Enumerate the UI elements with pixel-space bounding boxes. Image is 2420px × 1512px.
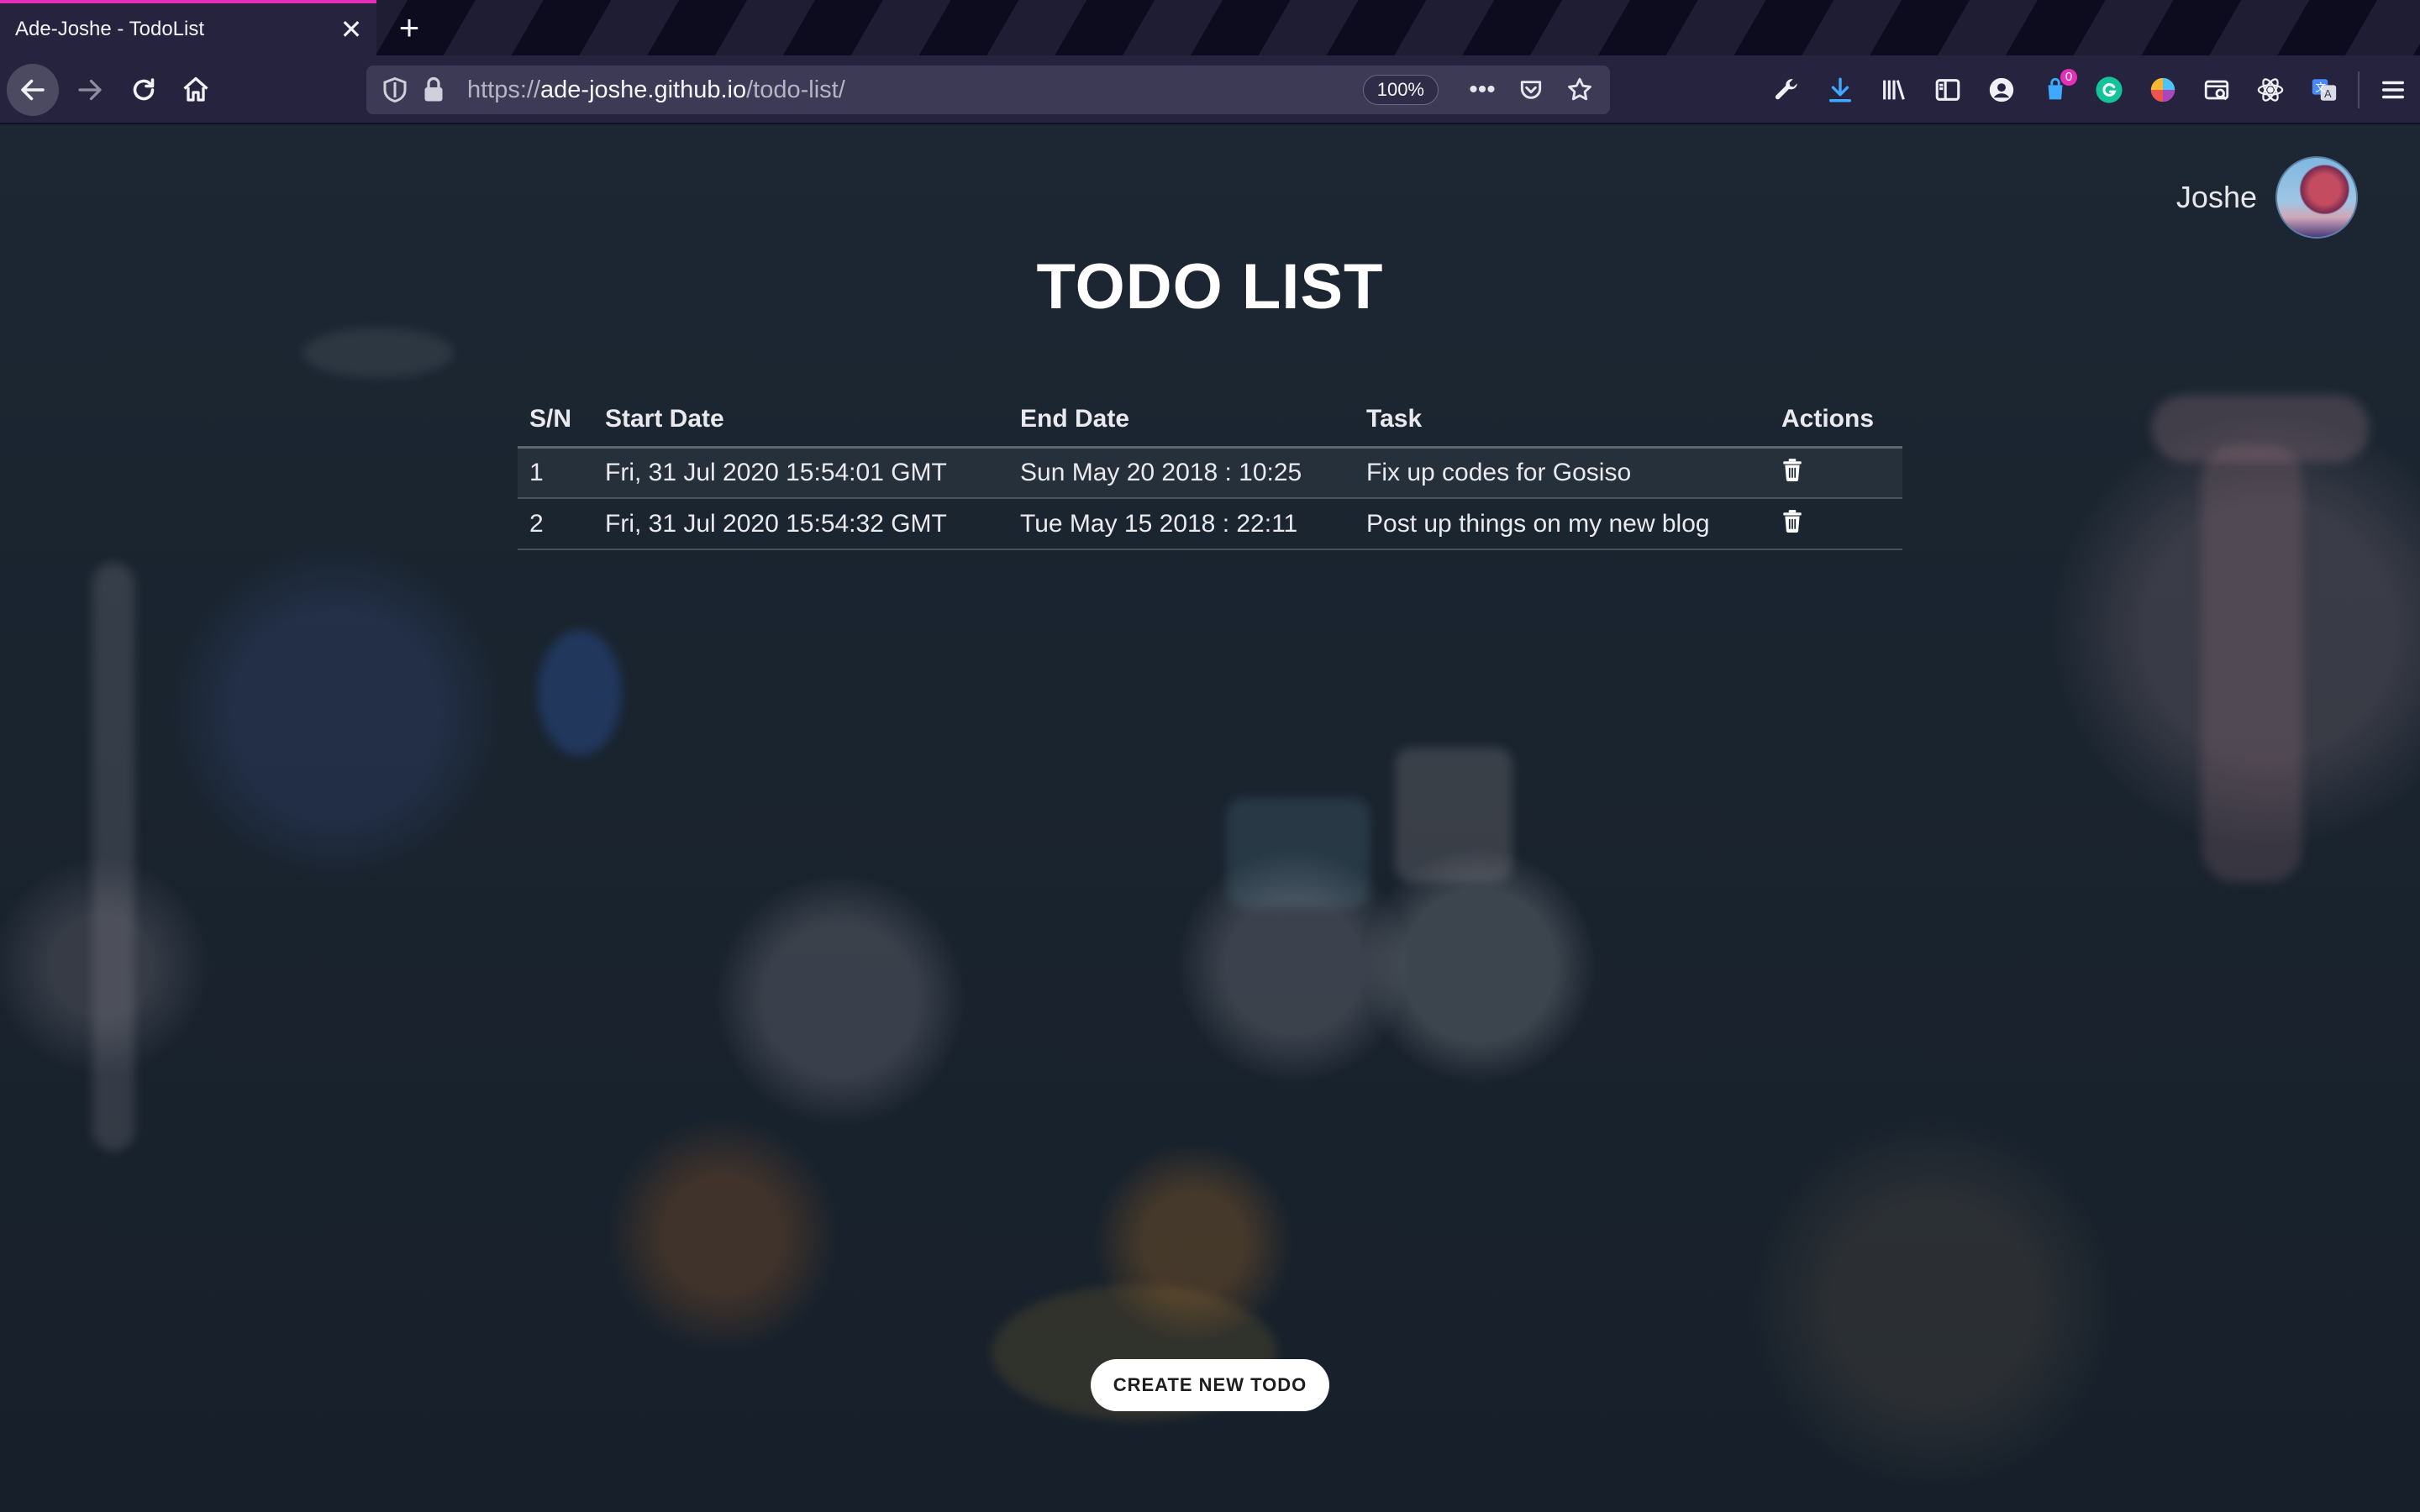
- column-header-sn: S/N: [518, 393, 593, 449]
- lock-icon[interactable]: [418, 75, 449, 105]
- avatar[interactable]: [2275, 156, 2358, 239]
- delete-trash-icon[interactable]: [1781, 509, 1803, 533]
- grammarly-icon[interactable]: [2082, 64, 2136, 116]
- url-text[interactable]: https://ade-joshe.github.io/todo-list/: [467, 76, 1363, 104]
- arrow-left-icon: [21, 79, 45, 101]
- extensions-toolbar: 0 文A: [1760, 64, 2420, 116]
- column-header-task: Task: [1355, 393, 1770, 449]
- tab-close-icon[interactable]: ✕: [326, 13, 376, 45]
- menu-icon[interactable]: [2366, 64, 2420, 116]
- cell-sn: 1: [518, 447, 593, 499]
- tab-strip: Ade-Joshe - TodoList ✕ +: [0, 0, 2420, 55]
- table-row: 2 Fri, 31 Jul 2020 15:54:32 GMT Tue May …: [518, 498, 1902, 550]
- table-row: 1 Fri, 31 Jul 2020 15:54:01 GMT Sun May …: [518, 447, 1902, 499]
- delete-trash-icon[interactable]: [1781, 458, 1803, 481]
- page-content: Joshe TODO LIST S/N Start Date End Date …: [0, 126, 2420, 1512]
- background-light: [1395, 748, 1512, 882]
- user-name: Joshe: [2175, 180, 2257, 214]
- tracking-shield-icon[interactable]: [380, 75, 410, 105]
- url-host: ade-joshe.github.io: [540, 76, 747, 103]
- url-bar[interactable]: https://ade-joshe.github.io/todo-list/ 1…: [366, 66, 1610, 114]
- download-icon[interactable]: [1813, 64, 1867, 116]
- background-light: [302, 328, 454, 378]
- cell-sn: 2: [518, 498, 593, 550]
- zoom-level-button[interactable]: 100%: [1362, 75, 1439, 105]
- cell-task: Fix up codes for Gosiso: [1355, 447, 1770, 499]
- account-icon[interactable]: [1975, 64, 2028, 116]
- reload-icon: [133, 78, 155, 101]
- navigation-toolbar: https://ade-joshe.github.io/todo-list/ 1…: [0, 55, 2420, 124]
- home-icon: [183, 76, 208, 102]
- back-button[interactable]: [7, 64, 59, 116]
- bookmark-star-icon[interactable]: [1561, 71, 1598, 108]
- translate-icon[interactable]: 文A: [2297, 64, 2351, 116]
- url-scheme: https://: [467, 76, 541, 103]
- forward-button[interactable]: [64, 64, 116, 116]
- tab-title: Ade-Joshe - TodoList: [15, 18, 205, 40]
- cell-start-date: Fri, 31 Jul 2020 15:54:01 GMT: [593, 447, 1008, 499]
- page-title: TODO LIST: [1036, 251, 1384, 323]
- todo-table: S/N Start Date End Date Task Actions 1 F…: [518, 393, 1902, 550]
- url-path: /todo-list/: [746, 76, 845, 103]
- arrow-right-icon: [78, 79, 102, 101]
- table-header-row: S/N Start Date End Date Task Actions: [518, 393, 1902, 449]
- page-actions-icon[interactable]: •••: [1464, 71, 1501, 108]
- notification-badge: 0: [2060, 69, 2077, 86]
- reload-button[interactable]: [118, 64, 170, 116]
- color-picker-icon[interactable]: [2136, 64, 2190, 116]
- column-header-actions: Actions: [1770, 393, 1902, 449]
- cell-end-date: Sun May 20 2018 : 10:25: [1008, 447, 1355, 499]
- background-light: [1227, 798, 1370, 907]
- background-light: [538, 630, 622, 756]
- column-header-end-date: End Date: [1008, 393, 1355, 449]
- home-button[interactable]: [170, 64, 222, 116]
- tab-active[interactable]: Ade-Joshe - TodoList ✕: [0, 0, 376, 55]
- background-light: [2202, 445, 2302, 882]
- library-icon[interactable]: [1867, 64, 1921, 116]
- create-new-todo-button[interactable]: CREATE NEW TODO: [1091, 1359, 1329, 1411]
- pocket-icon[interactable]: [1512, 71, 1549, 108]
- background-light: [92, 563, 134, 1151]
- cell-end-date: Tue May 15 2018 : 22:11: [1008, 498, 1355, 550]
- screenshot-icon[interactable]: [2190, 64, 2244, 116]
- sidebar-icon[interactable]: [1921, 64, 1975, 116]
- react-devtools-icon[interactable]: [2244, 64, 2297, 116]
- column-header-start-date: Start Date: [593, 393, 1008, 449]
- toolbar-separator: [2358, 71, 2360, 108]
- svg-text:A: A: [2324, 88, 2332, 101]
- user-profile[interactable]: Joshe: [2176, 156, 2358, 239]
- cell-actions: [1770, 447, 1902, 499]
- cell-task: Post up things on my new blog: [1355, 498, 1770, 550]
- cell-start-date: Fri, 31 Jul 2020 15:54:32 GMT: [593, 498, 1008, 550]
- new-tab-button[interactable]: +: [388, 7, 430, 49]
- cell-actions: [1770, 498, 1902, 550]
- extension-notifications-icon[interactable]: 0: [2028, 64, 2082, 116]
- wrench-icon[interactable]: [1760, 64, 1813, 116]
